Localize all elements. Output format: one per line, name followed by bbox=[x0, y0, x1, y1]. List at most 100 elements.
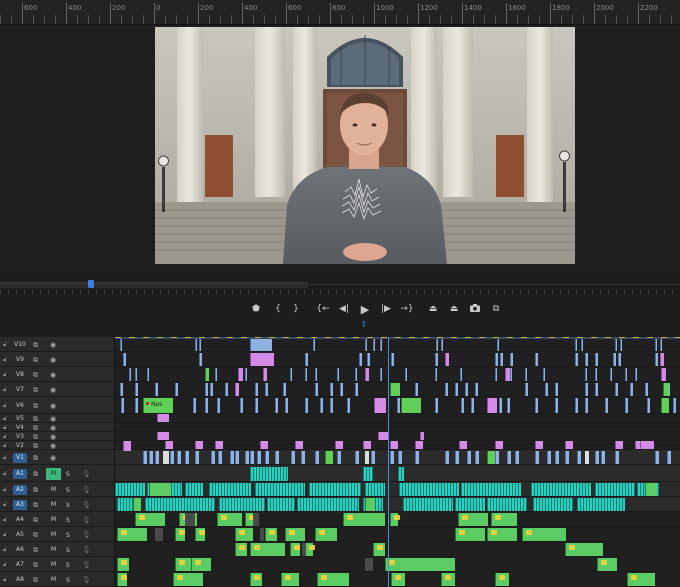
scrubber-zoom-bar[interactable] bbox=[0, 282, 308, 288]
track-name-v7[interactable]: V7 bbox=[13, 385, 27, 395]
audio-fx-clip[interactable] bbox=[645, 483, 657, 496]
video-clip[interactable] bbox=[320, 398, 323, 413]
video-clip[interactable] bbox=[605, 398, 608, 413]
mute-button[interactable]: M bbox=[46, 484, 61, 496]
audio-fx-clip[interactable] bbox=[597, 558, 617, 571]
video-clip[interactable] bbox=[291, 451, 295, 464]
video-clip[interactable] bbox=[535, 451, 539, 464]
video-clip[interactable] bbox=[170, 451, 174, 464]
video-clip[interactable] bbox=[305, 353, 308, 366]
track-header-a4[interactable]: 🔓︎ A4 ⧉ M S 🎙︎ bbox=[0, 512, 114, 527]
video-clip[interactable] bbox=[625, 398, 628, 413]
pink-clip[interactable] bbox=[415, 441, 423, 449]
pink-clip[interactable] bbox=[535, 441, 543, 449]
eye-icon[interactable]: ◉ bbox=[50, 442, 56, 450]
lane-v3[interactable] bbox=[115, 432, 680, 441]
microphone-icon[interactable]: 🎙︎ bbox=[82, 531, 91, 539]
video-clip[interactable] bbox=[283, 383, 286, 396]
sync-lock-icon[interactable]: ⧉ bbox=[33, 486, 38, 495]
audio-fx-clip[interactable] bbox=[390, 513, 400, 526]
timeline-playhead[interactable] bbox=[388, 337, 389, 587]
video-clip[interactable] bbox=[405, 368, 407, 381]
audio-fx-clip[interactable] bbox=[385, 558, 455, 571]
video-clip[interactable] bbox=[510, 353, 513, 366]
video-clip[interactable] bbox=[471, 398, 474, 413]
video-clip[interactable] bbox=[195, 339, 197, 351]
track-name-a7[interactable]: A7 bbox=[13, 560, 27, 570]
video-clip[interactable] bbox=[507, 398, 510, 413]
video-clip[interactable] bbox=[313, 339, 315, 351]
pink-clip[interactable] bbox=[640, 441, 654, 449]
video-clip[interactable] bbox=[193, 398, 196, 413]
add-marker-button[interactable]: ⬟ bbox=[248, 302, 264, 316]
video-clip[interactable] bbox=[497, 339, 499, 351]
dark-clip[interactable] bbox=[260, 528, 264, 541]
eye-icon[interactable]: ◉ bbox=[50, 433, 56, 441]
export-button[interactable]: ⇪ bbox=[358, 320, 370, 330]
video-clip[interactable] bbox=[455, 383, 458, 396]
eye-icon[interactable]: ◉ bbox=[50, 454, 56, 462]
video-clip[interactable] bbox=[359, 353, 362, 366]
mark-in-button[interactable]: { bbox=[270, 302, 286, 316]
pink-clip[interactable] bbox=[365, 368, 369, 381]
video-clip[interactable] bbox=[647, 398, 650, 413]
video-clip[interactable] bbox=[595, 353, 598, 366]
green-clip[interactable] bbox=[325, 451, 333, 464]
microphone-icon[interactable]: 🎙︎ bbox=[82, 486, 91, 494]
track-header-a2[interactable]: 🔓︎ A2 ⧉ M S 🎙︎ bbox=[0, 482, 114, 497]
video-clip[interactable] bbox=[673, 398, 676, 413]
lock-icon[interactable]: 🔓︎ bbox=[3, 470, 7, 478]
video-clip[interactable] bbox=[355, 383, 358, 396]
video-clip[interactable] bbox=[211, 451, 215, 464]
video-clip[interactable] bbox=[225, 383, 228, 396]
video-clip[interactable] bbox=[655, 339, 657, 351]
track-name-v8[interactable]: V8 bbox=[13, 370, 27, 380]
audio-clip[interactable] bbox=[363, 467, 373, 481]
track-header-v2[interactable]: 🔓︎ V2 ⧉ ◉ bbox=[0, 441, 114, 450]
eye-icon[interactable]: ◉ bbox=[50, 341, 56, 349]
video-clip[interactable] bbox=[135, 398, 138, 413]
mute-button[interactable]: M bbox=[46, 514, 61, 526]
video-clip[interactable] bbox=[575, 339, 577, 351]
audio-fx-clip[interactable] bbox=[195, 528, 205, 541]
audio-fx-clip[interactable] bbox=[175, 528, 185, 541]
audio-fx-clip[interactable] bbox=[217, 513, 242, 526]
sync-lock-icon[interactable]: ⧉ bbox=[33, 386, 38, 395]
video-clip[interactable] bbox=[585, 383, 588, 396]
lock-icon[interactable]: 🔓︎ bbox=[3, 341, 7, 349]
lock-icon[interactable]: 🔓︎ bbox=[3, 386, 7, 394]
video-clip[interactable] bbox=[230, 451, 234, 464]
white-clip[interactable] bbox=[163, 451, 169, 464]
audio-clip[interactable] bbox=[145, 498, 215, 511]
sync-lock-icon[interactable]: ⧉ bbox=[33, 501, 38, 510]
video-clip[interactable] bbox=[500, 353, 503, 366]
video-clip[interactable] bbox=[445, 451, 449, 464]
microphone-icon[interactable]: 🎙︎ bbox=[82, 470, 91, 478]
video-clip[interactable] bbox=[660, 339, 662, 351]
video-clip[interactable] bbox=[535, 398, 538, 413]
scrubber-playhead[interactable] bbox=[88, 280, 94, 288]
track-name-v10[interactable]: V10 bbox=[13, 340, 27, 350]
audio-fx-clip[interactable] bbox=[191, 558, 211, 571]
pink-clip[interactable] bbox=[495, 441, 503, 449]
audio-clip[interactable] bbox=[267, 498, 295, 511]
audio-fx-clip[interactable] bbox=[491, 513, 517, 526]
eye-icon[interactable]: ◉ bbox=[50, 371, 56, 379]
track-header-v9[interactable]: 🔓︎ V9 ⧉ ◉ bbox=[0, 352, 114, 367]
track-header-v3[interactable]: 🔓︎ V3 ⧉ ◉ bbox=[0, 432, 114, 441]
audio-fx-clip[interactable] bbox=[149, 483, 171, 496]
video-clip[interactable] bbox=[135, 368, 137, 381]
audio-clip[interactable] bbox=[219, 498, 265, 511]
track-name-a1[interactable]: A1 bbox=[13, 468, 27, 479]
mute-button[interactable]: M bbox=[46, 467, 61, 480]
video-clip[interactable] bbox=[143, 451, 147, 464]
sync-lock-icon[interactable]: ⧉ bbox=[33, 516, 38, 525]
pink-clip[interactable] bbox=[661, 368, 666, 381]
video-clip[interactable] bbox=[630, 383, 633, 396]
video-clip[interactable] bbox=[315, 383, 318, 396]
track-name-a2[interactable]: A2 bbox=[13, 484, 27, 495]
video-clip[interactable] bbox=[475, 451, 479, 464]
video-clip[interactable] bbox=[380, 368, 382, 381]
comparison-view-button[interactable]: ⧉ bbox=[488, 302, 504, 316]
track-name-a3[interactable]: A3 bbox=[13, 499, 27, 510]
